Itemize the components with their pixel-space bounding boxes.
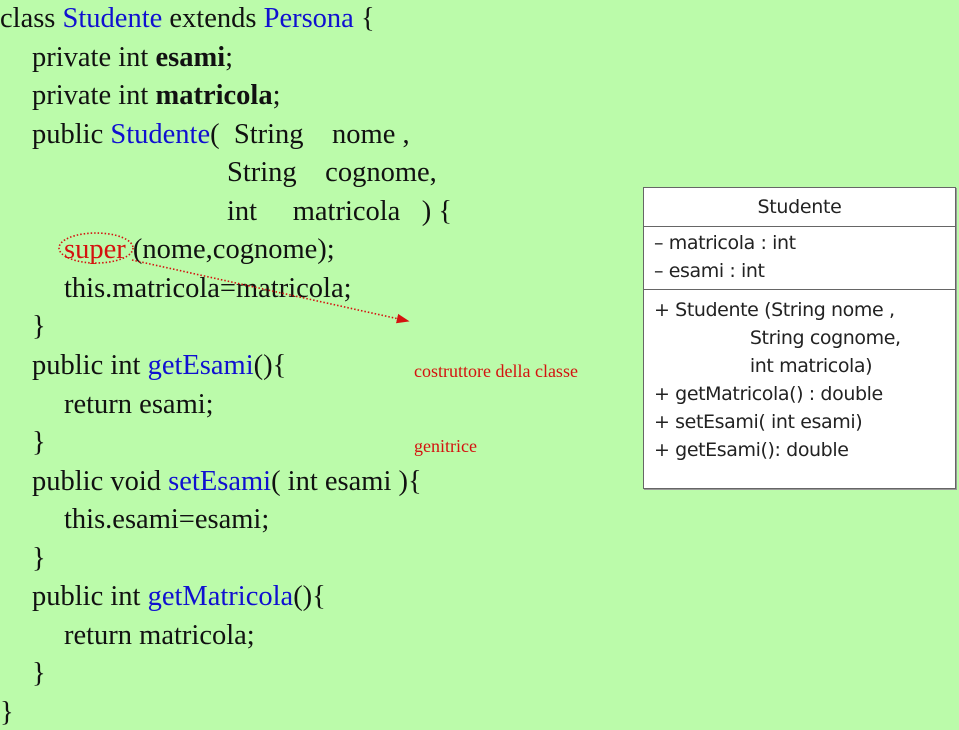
method-name: getEsami — [147, 350, 254, 381]
method-name: getMatricola — [147, 581, 294, 612]
code-line-param-matricola: int matricola ) { — [227, 196, 452, 227]
uml-class-diagram: Studente – matricola : int – esami : int… — [643, 187, 956, 489]
code-text: ( int esami ){ — [271, 466, 422, 497]
code-line-close-brace: } — [32, 543, 46, 574]
code-line-get-esami: public int getEsami(){ — [32, 349, 286, 383]
uml-operation: + getMatricola() : double — [654, 383, 883, 405]
code-line-get-matricola: public int getMatricola(){ — [32, 580, 326, 614]
code-line-class-decl: class Studente extends Persona { — [0, 2, 375, 36]
code-text: (nome,cognome); — [125, 234, 335, 265]
code-text: ; — [225, 42, 234, 73]
code-text: public int — [32, 350, 148, 381]
code-line-close-brace: } — [32, 427, 46, 458]
uml-attribute: – esami : int — [654, 260, 765, 282]
code-line-field-esami: private int esami; — [32, 41, 233, 75]
uml-operations: + Studente (String nome , String cognome… — [644, 290, 955, 464]
code-text: (){ — [293, 581, 326, 612]
code-line-assign-matricola: this.matricola=matricola; — [64, 273, 352, 304]
constructor-name: Studente — [110, 119, 211, 150]
code-text: { — [353, 3, 375, 34]
method-name: setEsami — [168, 466, 272, 497]
code-text: extends — [162, 3, 264, 34]
uml-operation-continuation: int matricola) — [654, 355, 873, 377]
code-line-param-cognome: String cognome, — [227, 157, 437, 188]
uml-operation: + getEsami(): double — [654, 439, 849, 461]
parent-class-name: Persona — [263, 3, 354, 34]
uml-class-title: Studente — [644, 188, 955, 227]
code-line-return-matricola: return matricola; — [64, 620, 255, 651]
code-line-return-esami: return esami; — [64, 389, 214, 420]
code-text: ; — [272, 80, 281, 111]
uml-attributes: – matricola : int – esami : int — [644, 227, 955, 290]
field-name: esami — [155, 42, 226, 73]
code-line-close-brace: } — [32, 658, 46, 689]
annotation-line-1: costruttore della classe — [414, 361, 578, 381]
uml-operation: + Studente (String nome , — [654, 299, 895, 321]
uml-operation-continuation: String cognome, — [654, 327, 901, 349]
code-text: public — [32, 119, 111, 150]
uml-operation: + setEsami( int esami) — [654, 411, 863, 433]
annotation-line-2: genitrice — [414, 436, 477, 456]
uml-attribute: – matricola : int — [654, 232, 796, 254]
code-line-set-esami: public void setEsami( int esami ){ — [32, 465, 422, 499]
code-line-class-close-brace: } — [0, 697, 14, 728]
annotation-note: costruttore della classe genitrice — [414, 309, 578, 484]
code-text: class — [0, 3, 63, 34]
class-name: Studente — [62, 3, 163, 34]
code-text: ( String nome , — [210, 119, 410, 150]
code-text: public void — [32, 466, 169, 497]
code-line-constructor: public Studente( String nome , — [32, 118, 410, 152]
code-text: private int — [32, 42, 156, 73]
code-text: public int — [32, 581, 148, 612]
code-line-super-call: super (nome,cognome); — [64, 233, 335, 267]
super-keyword: super — [64, 234, 126, 265]
code-text: private int — [32, 80, 156, 111]
field-name: matricola — [155, 80, 273, 111]
code-line-assign-esami: this.esami=esami; — [64, 504, 270, 535]
code-line-close-brace: } — [32, 311, 46, 342]
code-text: (){ — [253, 350, 287, 381]
code-line-field-matricola: private int matricola; — [32, 79, 281, 113]
